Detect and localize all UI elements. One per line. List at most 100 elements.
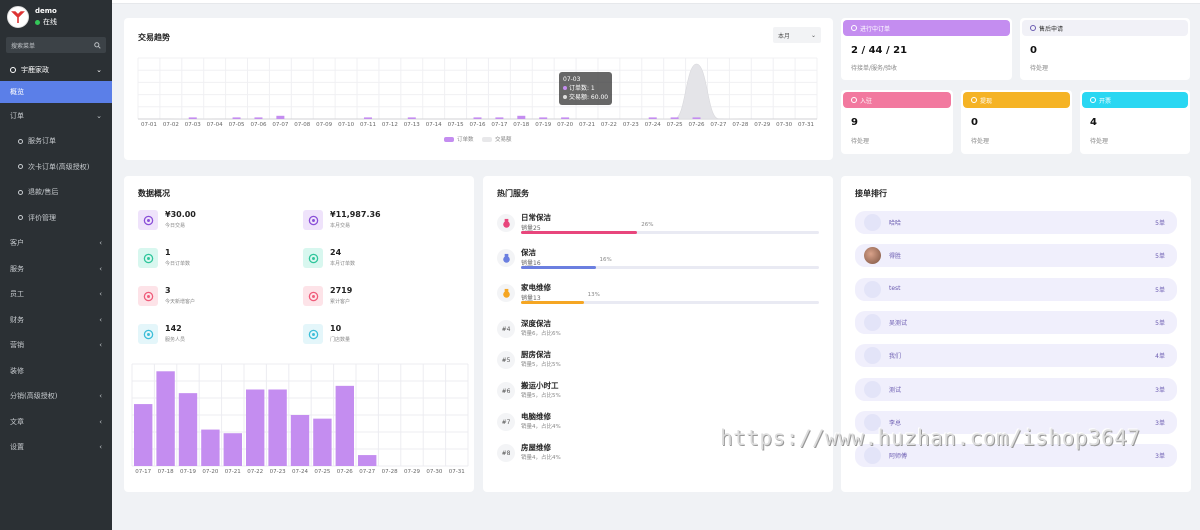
sidebar-item-group[interactable]: 员工 ‹: [0, 282, 112, 308]
chevron-down-icon: ⌄: [96, 66, 102, 74]
top-bar: [112, 0, 1200, 4]
x-tick-label: 07-01: [140, 122, 157, 128]
sidebar-item-overview[interactable]: 概览: [0, 81, 112, 103]
amount-area: [138, 63, 817, 120]
service-name: 保洁: [521, 248, 536, 257]
sidebar-item-group[interactable]: 服务 ‹: [0, 256, 112, 282]
staff-name: 我们: [889, 353, 902, 361]
order-bar: [232, 117, 241, 119]
invoice-value: 4: [1090, 117, 1097, 128]
user-panel: demo 在线: [0, 0, 112, 34]
hourglass-icon: [851, 25, 857, 31]
circle-icon: [18, 215, 23, 221]
service-sales: 销量4，占比4%: [521, 455, 561, 461]
sidebar-subitem[interactable]: 评价管理: [0, 205, 112, 231]
join-value: 9: [851, 117, 858, 128]
circle-icon: [18, 138, 23, 144]
overview-bar: [335, 385, 354, 466]
online-status: 在线: [35, 17, 57, 27]
x-tick-label: 07-29: [404, 469, 420, 475]
staff-name: 测试: [889, 386, 902, 394]
sidebar-item-group[interactable]: 设置 ‹: [0, 435, 112, 461]
coin-icon: [971, 97, 977, 103]
service-percent: 13%: [587, 292, 600, 298]
order-bar: [539, 117, 548, 119]
service-sales: 销量6，占比6%: [521, 331, 561, 337]
order-count: 5单: [1155, 220, 1165, 227]
sidebar-item-group[interactable]: 分销(高级授权) ‹: [0, 384, 112, 410]
in-progress-card[interactable]: 进行中订单 2 / 44 / 21 待接单/服务/验收: [841, 18, 1012, 80]
trophy-icon: [497, 214, 515, 232]
chevron-left-icon: ‹: [99, 443, 102, 452]
service-name: 搬运小时工: [521, 381, 559, 390]
order-bar: [276, 115, 285, 119]
chevron-left-icon: ‹: [99, 290, 102, 299]
hot-service-item[interactable]: 保洁 销量16 16%: [497, 247, 819, 275]
trade-trend-card: 交易趋势 本月 ⌄ 07-01 07-02 07-03 07-04 07-05 07-06 0…: [124, 18, 833, 160]
ranking-row[interactable]: 吴测试 5单: [855, 310, 1177, 334]
online-dot-icon: [35, 19, 40, 25]
sidebar-item-group[interactable]: 营销 ‹: [0, 333, 112, 359]
x-tick-label: 07-27: [710, 122, 727, 128]
sidebar-item-group[interactable]: 客户 ‹: [0, 231, 112, 257]
order-bar: [407, 117, 416, 119]
menu-search-input[interactable]: 搜索菜单: [6, 37, 106, 53]
ranking-row[interactable]: 哈哈 5单: [855, 211, 1177, 234]
ranking-row[interactable]: 测试 3单: [855, 377, 1177, 401]
ranking-row[interactable]: 我们 4单: [855, 344, 1177, 368]
avatar: [864, 247, 881, 265]
overview-bar: [290, 415, 310, 466]
after-sale-card[interactable]: 售后申请 0 待处理: [1020, 18, 1190, 80]
withdraw-value: 0: [971, 117, 978, 128]
x-tick-label: 07-23: [622, 122, 639, 128]
shop-selector[interactable]: 宇鹿家政 ⌄: [0, 59, 112, 81]
sidebar-item-orders[interactable]: 订单 ⌄: [0, 103, 112, 129]
x-tick-label: 07-15: [447, 122, 464, 128]
avatar[interactable]: [7, 6, 29, 28]
hot-service-item[interactable]: #5 厨房保洁 销量5，占比5%: [497, 349, 819, 377]
legend-orders[interactable]: 订单数: [444, 135, 474, 143]
staff-name: 阿师傅: [889, 453, 908, 461]
sidebar-item-group[interactable]: 装修: [0, 358, 112, 384]
circle-icon: [10, 67, 16, 73]
legend-amount[interactable]: 交易额: [482, 135, 512, 143]
hot-service-item[interactable]: 日常保洁 销量25 26%: [497, 212, 819, 240]
sidebar-subitem[interactable]: 次卡订单(高级授权): [0, 154, 112, 180]
shield-icon: [1030, 25, 1036, 31]
hot-service-item[interactable]: #6 搬运小时工 销量5，占比5%: [497, 380, 819, 408]
rank-badge: #4: [497, 320, 515, 338]
avatar: [864, 214, 881, 231]
overview-bar-chart: [131, 363, 469, 467]
check-circle-icon: [851, 97, 857, 103]
rank-badge: #8: [497, 444, 515, 462]
ranking-row[interactable]: 得胜 5单: [855, 244, 1177, 268]
join-card[interactable]: 入驻 9 待处理: [841, 90, 953, 154]
x-tick-label: 07-18: [157, 469, 174, 475]
service-percent: 26%: [641, 222, 654, 228]
order-bar: [254, 117, 263, 119]
chevron-left-icon: ‹: [99, 392, 102, 401]
overview-bar: [268, 389, 287, 466]
x-tick-label: 07-16: [469, 122, 486, 128]
x-tick-label: 07-10: [338, 122, 355, 128]
avatar: [864, 380, 881, 398]
hot-service-item[interactable]: 家电维修 销量13 13%: [497, 282, 819, 310]
sidebar-subitem[interactable]: 服务订单: [0, 129, 112, 155]
x-tick-label: 07-29: [754, 122, 771, 128]
hot-service-item[interactable]: #4 深度保洁 销量6，占比6%: [497, 318, 819, 346]
sidebar-subitem[interactable]: 退款/售后: [0, 180, 112, 206]
withdraw-card[interactable]: 提现 0 待处理: [961, 90, 1072, 154]
service-progress: [521, 266, 819, 269]
order-bar: [473, 117, 482, 119]
service-name: 电脑维修: [521, 412, 551, 421]
invoice-card[interactable]: 开票 4 待处理: [1080, 90, 1190, 154]
x-tick-label: 07-22: [600, 122, 617, 128]
ranking-row[interactable]: test 5单: [855, 277, 1177, 301]
overview-bar: [178, 393, 198, 466]
sidebar-item-group[interactable]: 文章 ‹: [0, 409, 112, 435]
sidebar-item-group[interactable]: 财务 ‹: [0, 307, 112, 333]
chevron-left-icon: ‹: [99, 417, 102, 426]
x-tick-label: 07-04: [206, 122, 223, 128]
x-tick-label: 07-31: [798, 122, 815, 128]
circle-icon: [18, 164, 23, 170]
